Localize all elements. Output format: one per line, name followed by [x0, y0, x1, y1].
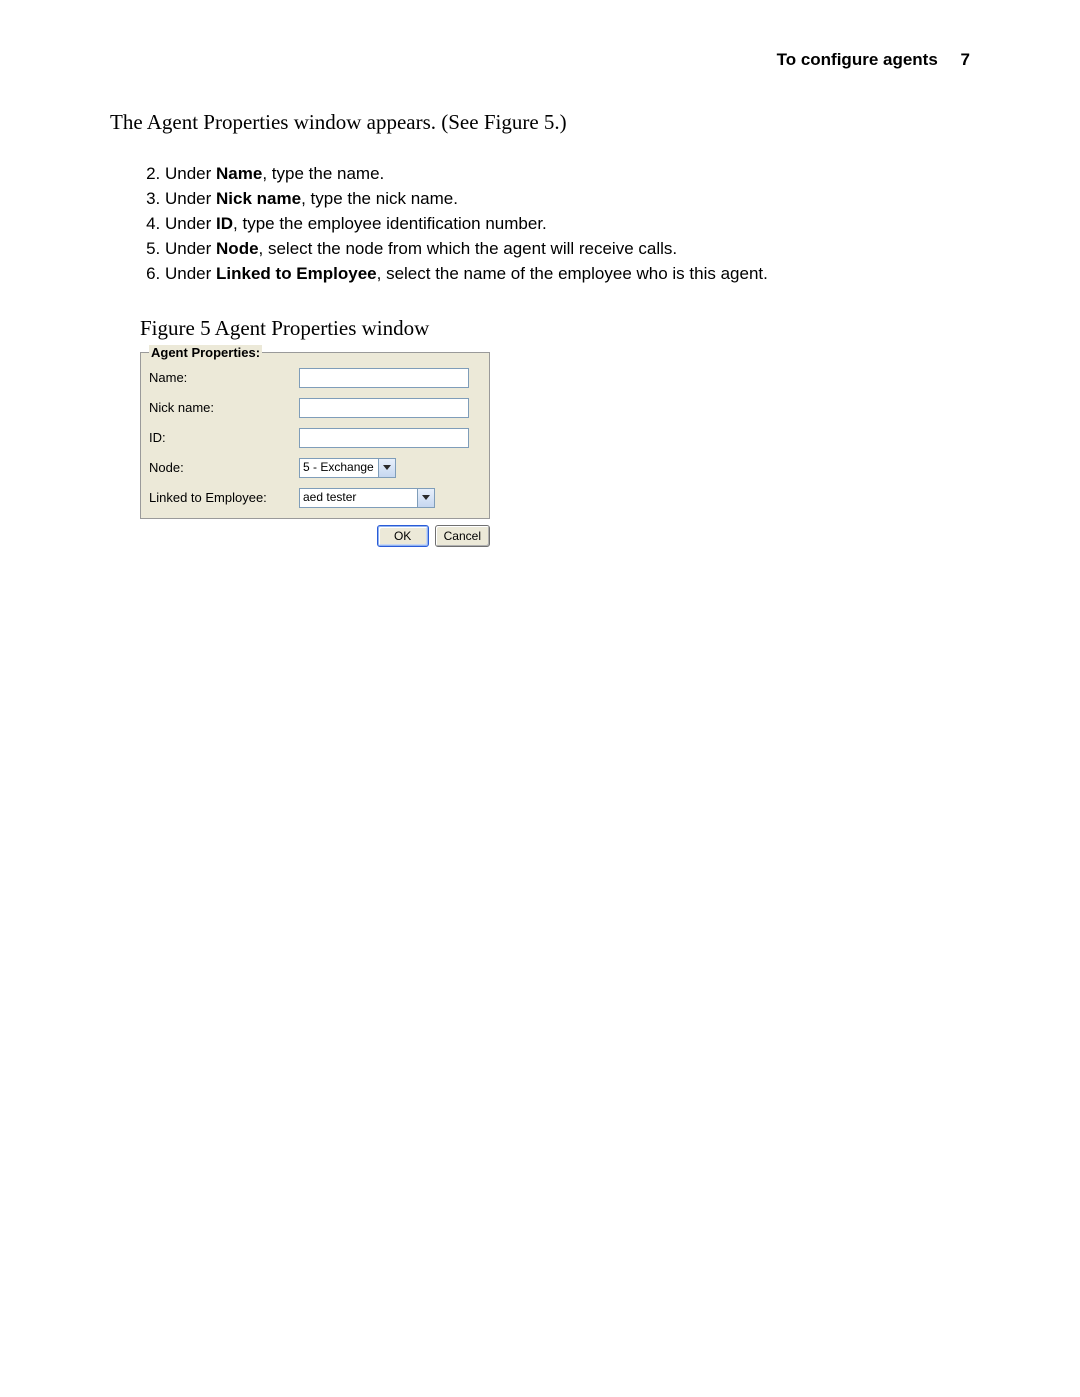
step-bold: Name	[216, 164, 262, 183]
page-header: To configure agents 7	[110, 50, 970, 70]
step-item: Under Name, type the name.	[165, 163, 970, 186]
id-input[interactable]	[299, 428, 469, 448]
step-bold: Nick name	[216, 189, 301, 208]
step-item: Under Nick name, type the nick name.	[165, 188, 970, 211]
name-input[interactable]	[299, 368, 469, 388]
step-item: Under Linked to Employee, select the nam…	[165, 263, 970, 286]
nickname-label: Nick name:	[149, 400, 299, 415]
ok-button[interactable]: OK	[377, 525, 429, 547]
page-number: 7	[961, 50, 970, 69]
agent-properties-panel: Agent Properties: Name: Nick name: ID: N…	[140, 345, 490, 519]
name-label: Name:	[149, 370, 299, 385]
node-dropdown-value: 5 - Exchange	[300, 459, 378, 477]
chevron-down-icon	[378, 459, 395, 477]
linked-employee-label: Linked to Employee:	[149, 490, 299, 505]
step-bold: ID	[216, 214, 233, 233]
step-pre: Under	[165, 239, 216, 258]
step-pre: Under	[165, 264, 216, 283]
step-post: , type the name.	[262, 164, 384, 183]
step-bold: Linked to Employee	[216, 264, 377, 283]
linked-employee-dropdown[interactable]: aed tester	[299, 488, 435, 508]
nickname-input[interactable]	[299, 398, 469, 418]
step-pre: Under	[165, 164, 216, 183]
step-item: Under ID, type the employee identificati…	[165, 213, 970, 236]
intro-text: The Agent Properties window appears. (Se…	[110, 110, 970, 135]
step-post: , type the employee identification numbe…	[233, 214, 547, 233]
chevron-down-icon	[417, 489, 434, 507]
step-item: Under Node, select the node from which t…	[165, 238, 970, 261]
header-title: To configure agents	[777, 50, 938, 69]
step-pre: Under	[165, 189, 216, 208]
id-label: ID:	[149, 430, 299, 445]
figure-caption: Figure 5 Agent Properties window	[140, 316, 970, 341]
agent-properties-legend: Agent Properties:	[149, 345, 262, 360]
step-post: , select the node from which the agent w…	[259, 239, 678, 258]
node-label: Node:	[149, 460, 299, 475]
step-post: , type the nick name.	[301, 189, 458, 208]
step-pre: Under	[165, 214, 216, 233]
linked-employee-dropdown-value: aed tester	[300, 489, 417, 507]
step-list: Under Name, type the name.Under Nick nam…	[110, 163, 970, 286]
node-dropdown[interactable]: 5 - Exchange	[299, 458, 396, 478]
step-bold: Node	[216, 239, 259, 258]
step-post: , select the name of the employee who is…	[377, 264, 768, 283]
cancel-button[interactable]: Cancel	[435, 525, 490, 547]
